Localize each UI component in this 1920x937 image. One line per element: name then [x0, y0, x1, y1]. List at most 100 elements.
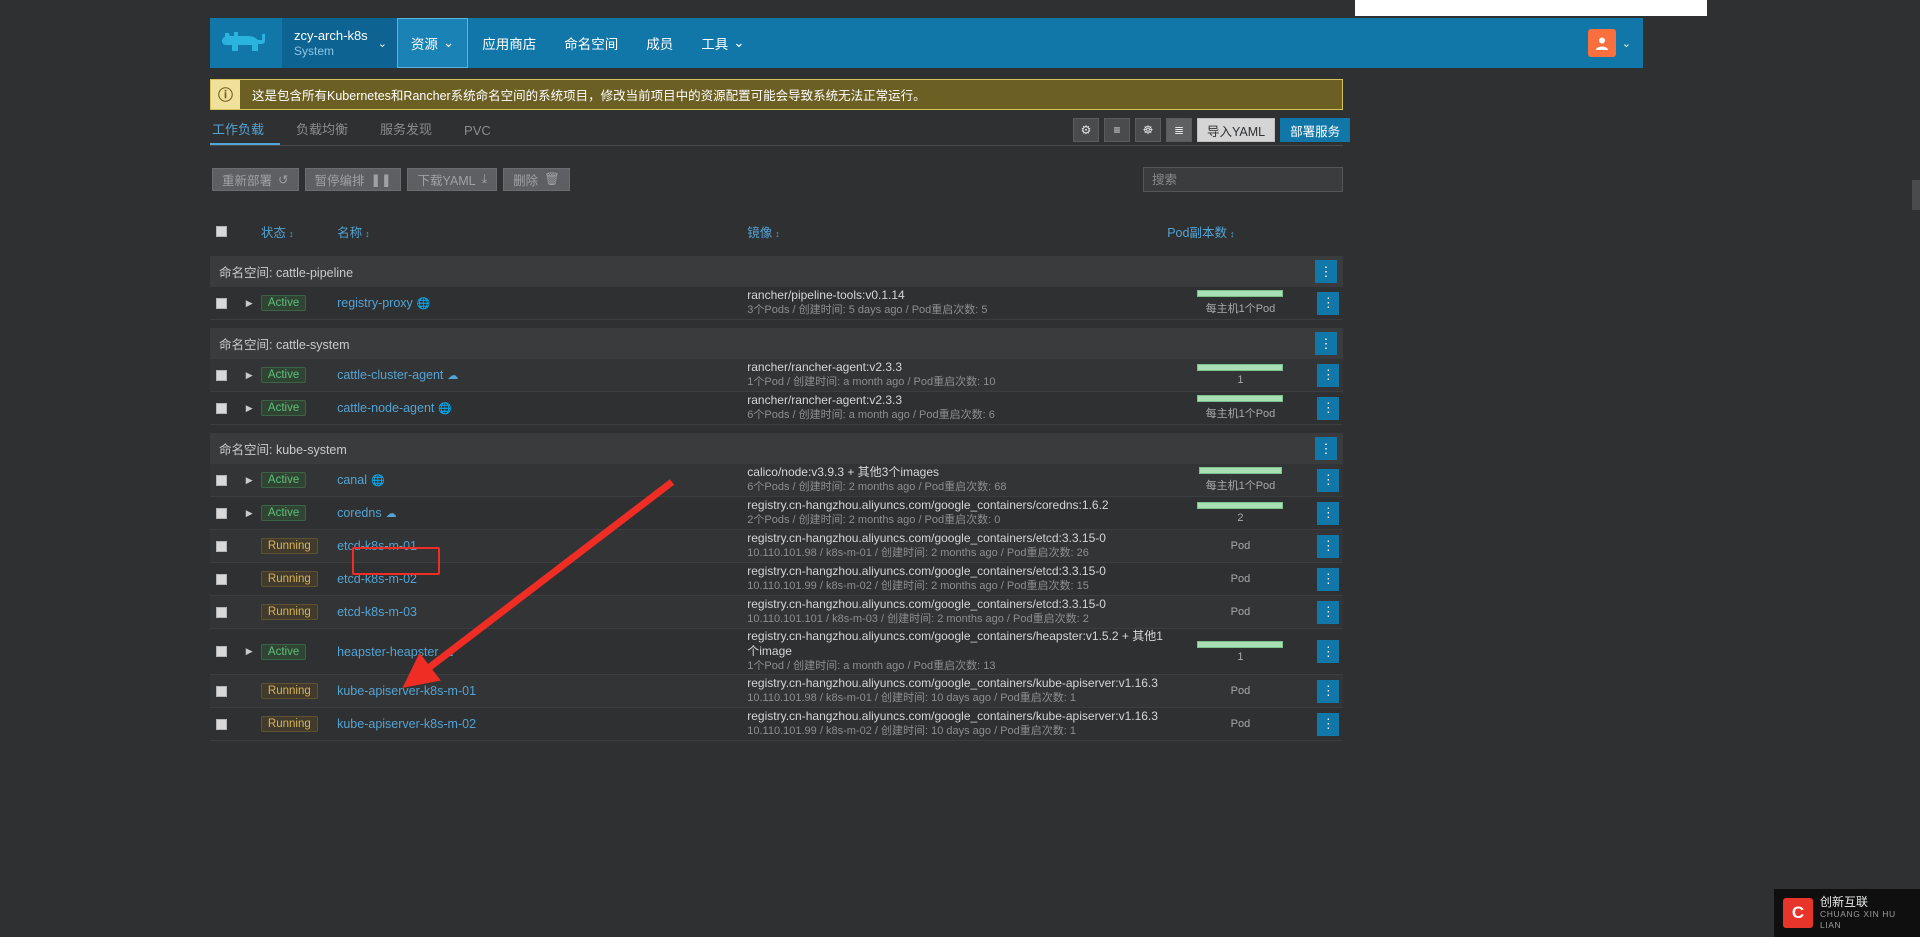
redeploy-button[interactable]: 重新部署 ↺ — [212, 168, 299, 191]
workload-name-link[interactable]: heapster-heapster — [337, 645, 438, 659]
cloud-icon: ☁ — [442, 646, 454, 659]
row-actions-menu[interactable]: ⋮ — [1317, 712, 1340, 736]
row-checkbox[interactable] — [210, 573, 237, 585]
status-badge: Active — [260, 643, 307, 660]
chevron-right-icon: ▶ — [245, 369, 253, 380]
avatar[interactable] — [1587, 29, 1616, 57]
tab-service-discovery[interactable]: 服务发现 — [364, 119, 448, 145]
row-actions-menu[interactable]: ⋮ — [1317, 396, 1340, 420]
row-actions-menu[interactable]: ⋮ — [1317, 468, 1340, 492]
nav-item-resources[interactable]: 资源 ⌄ — [396, 18, 469, 68]
row-expander[interactable]: ▶ — [237, 646, 260, 657]
column-header-image[interactable]: 镜像 ↕ — [747, 222, 1167, 241]
nav-item-label: 应用商店 — [482, 37, 537, 52]
nav-item-tools[interactable]: 工具 ⌄ — [687, 18, 758, 68]
row-actions-menu[interactable]: ⋮ — [1317, 501, 1340, 525]
import-yaml-button[interactable]: 导入YAML — [1197, 118, 1276, 142]
nav-item-label: 成员 — [646, 37, 674, 52]
chevron-down-icon: ⌄ — [442, 35, 455, 50]
pod-scale-bar — [1197, 364, 1284, 371]
row-checkbox[interactable] — [210, 369, 237, 381]
workload-name-link[interactable]: cattle-node-agent — [337, 401, 434, 415]
project-name: System — [294, 43, 335, 58]
workload-name-link[interactable]: etcd-k8s-m-03 — [337, 605, 417, 619]
column-header-pod-count[interactable]: Pod副本数 ↕ — [1167, 222, 1313, 241]
workload-name-link[interactable]: kube-apiserver-k8s-m-01 — [337, 684, 476, 698]
row-checkbox[interactable] — [210, 402, 237, 414]
nav-item-app-store[interactable]: 应用商店 — [468, 18, 550, 68]
row-expander[interactable]: ▶ — [237, 508, 260, 519]
status-badge: Active — [260, 505, 307, 521]
namespace-actions-menu[interactable]: ⋮ — [1315, 437, 1337, 460]
row-actions-menu[interactable]: ⋮ — [1317, 600, 1340, 624]
image-name: calico/node:v3.9.3 + 其他3个images — [747, 465, 940, 479]
namespace-actions-menu[interactable]: ⋮ — [1315, 260, 1337, 283]
scrollbar[interactable] — [1912, 180, 1920, 210]
settings-gear-icon[interactable]: ⚙ — [1073, 118, 1099, 142]
column-header-state[interactable]: 状态 ↕ — [261, 222, 337, 241]
chevron-right-icon: ▶ — [245, 507, 253, 518]
select-all-checkbox[interactable] — [210, 226, 237, 237]
namespace-label: 命名空间: kube-system — [219, 443, 347, 457]
workload-name-link[interactable]: canal — [337, 473, 367, 487]
row-checkbox[interactable] — [210, 718, 237, 730]
table-row: ▶ Active coredns ☁ registry.cn-hangzhou.aliy… — [210, 497, 1343, 530]
browser-overlay-strip — [1355, 0, 1707, 16]
row-checkbox[interactable] — [210, 507, 237, 519]
workload-name-link[interactable]: cattle-cluster-agent — [337, 368, 443, 382]
action-label: 暂停编排 — [314, 174, 365, 188]
image-name: rancher/rancher-agent:v2.3.3 — [747, 360, 903, 374]
row-expander[interactable]: ▶ — [237, 403, 260, 414]
tab-load-balancing[interactable]: 负载均衡 — [280, 119, 364, 145]
status-badge: Running — [260, 538, 318, 554]
row-actions-menu[interactable]: ⋮ — [1317, 363, 1340, 387]
row-checkbox[interactable] — [210, 685, 237, 697]
cluster-project-selector[interactable]: zcy-arch-k8s System ⌄ — [282, 18, 397, 68]
group-view-icon[interactable]: ☸ — [1135, 118, 1161, 142]
search-box[interactable] — [1143, 167, 1343, 192]
action-label: 下载YAML — [417, 174, 476, 188]
search-input[interactable] — [1144, 168, 1342, 191]
row-checkbox[interactable] — [210, 540, 237, 552]
detail-view-icon[interactable]: ≣ — [1166, 118, 1192, 142]
image-name: registry.cn-hangzhou.aliyuncs.com/google… — [747, 564, 1106, 578]
namespace-actions-menu[interactable]: ⋮ — [1315, 332, 1337, 355]
tab-pvc[interactable]: PVC — [448, 123, 507, 145]
delete-button[interactable]: 删除 🗑 — [503, 168, 571, 191]
row-expander[interactable]: ▶ — [237, 370, 260, 381]
globe-icon: 🌐 — [438, 403, 453, 415]
tab-workloads[interactable]: 工作负载 — [210, 119, 280, 145]
row-checkbox[interactable] — [210, 474, 237, 486]
rancher-cow-logo[interactable] — [210, 18, 282, 68]
row-actions-menu[interactable]: ⋮ — [1317, 567, 1340, 591]
row-expander[interactable]: ▶ — [237, 475, 260, 486]
deploy-service-button[interactable]: 部署服务 — [1280, 118, 1351, 142]
table-header-row: 状态 ↕ 名称 ↕ 镜像 ↕ Pod副本数 ↕ — [210, 215, 1343, 248]
coredns-highlight-box — [352, 547, 440, 575]
row-checkbox[interactable] — [210, 297, 237, 309]
row-checkbox[interactable] — [210, 606, 237, 618]
pause-orchestration-button[interactable]: 暂停编排 ❚❚ — [304, 168, 402, 191]
row-checkbox[interactable] — [210, 646, 237, 657]
row-actions-menu[interactable]: ⋮ — [1317, 640, 1340, 663]
row-actions-menu[interactable]: ⋮ — [1317, 291, 1340, 315]
sort-icon: ↕ — [775, 229, 780, 239]
namespace-label: 命名空间: cattle-pipeline — [219, 266, 354, 280]
nav-item-namespaces[interactable]: 命名空间 — [550, 18, 632, 68]
table-row: Running etcd-k8s-m-03 registry.cn-hangzhou… — [210, 596, 1343, 629]
download-yaml-button[interactable]: 下载YAML ⤓ — [407, 168, 498, 191]
row-actions-menu[interactable]: ⋮ — [1317, 679, 1340, 703]
workload-name-link[interactable]: kube-apiserver-k8s-m-02 — [337, 717, 476, 731]
row-expander[interactable]: ▶ — [237, 298, 260, 309]
watermark-subtitle: CHUANG XIN HU LIAN — [1819, 909, 1896, 930]
column-header-name[interactable]: 名称 ↕ — [337, 222, 747, 241]
watermark: C 创新互联 CHUANG XIN HU LIAN — [1774, 889, 1920, 937]
list-view-icon[interactable]: ≡ — [1104, 118, 1130, 142]
workload-name-link[interactable]: coredns — [337, 506, 381, 520]
row-actions-menu[interactable]: ⋮ — [1317, 534, 1340, 558]
image-meta: 1个Pod / 创建时间: a month ago / Pod重启次数: 13 — [747, 660, 996, 672]
nav-item-members[interactable]: 成员 — [632, 18, 687, 68]
chevron-down-icon[interactable]: ⌄ — [1622, 37, 1631, 50]
workload-name-link[interactable]: registry-proxy — [337, 296, 413, 310]
pod-count-label: 2 — [1237, 512, 1244, 524]
